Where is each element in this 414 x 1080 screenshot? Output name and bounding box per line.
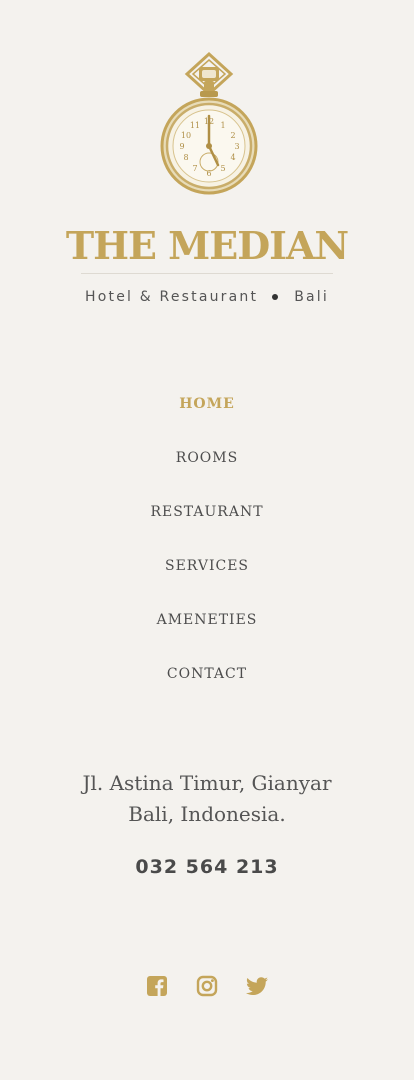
svg-text:8: 8 <box>183 153 188 162</box>
svg-text:5: 5 <box>220 164 225 173</box>
address-line-1: Jl. Astina Timur, Gianyar <box>82 771 332 795</box>
nav-item-restaurant: RESTAURANT <box>0 496 414 550</box>
nav-link-services[interactable]: SERVICES <box>165 550 249 582</box>
nav-item-services: SERVICES <box>0 550 414 604</box>
svg-text:9: 9 <box>179 142 184 151</box>
tagline-right: Bali <box>294 289 329 305</box>
svg-text:11: 11 <box>190 121 200 130</box>
nav-link-restaurant[interactable]: RESTAURANT <box>150 496 263 528</box>
tagline-left: Hotel & Restaurant <box>85 289 259 305</box>
twitter-icon[interactable] <box>245 974 269 998</box>
social-links <box>0 974 414 998</box>
nav-item-rooms: ROOMS <box>0 442 414 496</box>
nav-item-home: HOME <box>0 388 414 442</box>
address: Jl. Astina Timur, Gianyar Bali, Indonesi… <box>0 768 414 830</box>
svg-text:7: 7 <box>192 164 197 173</box>
main-nav: HOME ROOMS RESTAURANT SERVICES AMENETIES… <box>0 388 414 712</box>
facebook-icon[interactable] <box>145 974 169 998</box>
svg-text:4: 4 <box>230 153 235 162</box>
phone-number[interactable]: 032 564 213 <box>0 853 414 881</box>
nav-item-ameneties: AMENETIES <box>0 604 414 658</box>
brand-title: THE MEDIAN <box>65 223 349 268</box>
brand-divider <box>81 273 333 274</box>
brand-tagline: Hotel & Restaurant Bali <box>0 287 414 307</box>
nav-link-ameneties[interactable]: AMENETIES <box>157 604 258 636</box>
svg-text:10: 10 <box>181 131 191 140</box>
svg-text:2: 2 <box>230 131 235 140</box>
address-line-2: Bali, Indonesia. <box>128 802 286 826</box>
nav-link-home[interactable]: HOME <box>179 388 235 420</box>
tagline-separator-dot <box>272 294 279 300</box>
svg-text:3: 3 <box>234 142 239 151</box>
instagram-icon[interactable] <box>195 974 219 998</box>
nav-item-contact: CONTACT <box>0 658 414 712</box>
nav-link-rooms[interactable]: ROOMS <box>176 442 238 474</box>
pocket-watch-icon[interactable]: 12 1 2 3 4 5 6 7 8 9 10 11 <box>158 50 258 196</box>
page: 12 1 2 3 4 5 6 7 8 9 10 11 THE MEDIAN Ho… <box>0 0 414 1080</box>
nav-link-contact[interactable]: CONTACT <box>167 658 247 690</box>
svg-text:1: 1 <box>220 121 225 130</box>
